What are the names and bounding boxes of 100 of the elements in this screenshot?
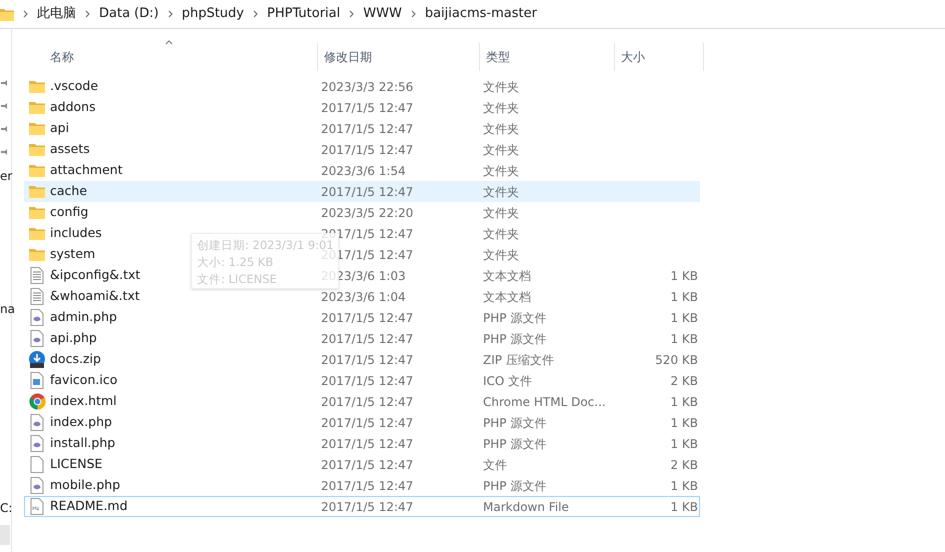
- file-name: assets: [50, 140, 90, 158]
- chevron-icon: [253, 10, 258, 18]
- column-label: 大小: [621, 49, 645, 66]
- blank-file-icon: [30, 456, 44, 473]
- file-name: index.html: [50, 392, 117, 410]
- file-name: system: [50, 245, 96, 264]
- breadcrumb-item[interactable]: WWW: [363, 4, 402, 24]
- file-type: 文件: [482, 456, 508, 474]
- column-header[interactable]: 大小: [615, 43, 704, 71]
- file-type: PHP 源文件: [482, 414, 548, 432]
- file-name: cache: [50, 182, 88, 200]
- modified-date: 2017/1/5 12:47: [320, 142, 414, 158]
- modified-date: 2017/1/5 12:47: [320, 478, 414, 494]
- file-type: 文本文档: [482, 288, 532, 306]
- file-type: 文件夹: [482, 246, 520, 264]
- zip-archive-icon: [28, 350, 46, 368]
- folder-icon: [29, 101, 45, 114]
- modified-date: 2017/1/5 12:47: [320, 414, 414, 432]
- php-file-icon: [30, 330, 44, 347]
- modified-date: 2017/1/5 12:47: [320, 330, 414, 348]
- column-header[interactable]: 类型: [480, 43, 615, 71]
- text-file-icon: [30, 267, 44, 284]
- folder-icon: [29, 122, 45, 135]
- breadcrumb-item[interactable]: 此电脑: [37, 4, 76, 24]
- file-type: PHP 源文件: [482, 310, 548, 326]
- column-label: 类型: [486, 49, 510, 66]
- breadcrumb-item[interactable]: PHPTutorial: [267, 4, 340, 24]
- modified-date: 2017/1/5 12:47: [320, 226, 414, 240]
- file-type: PHP 源文件: [482, 330, 548, 348]
- modified-date: 2017/1/5 12:47: [320, 184, 414, 200]
- file-name: admin.php: [50, 308, 117, 326]
- chevron-icon: [168, 10, 173, 18]
- modified-date: 2017/1/5 12:47: [320, 436, 414, 452]
- file-size: 2 KB: [670, 458, 698, 472]
- column-label: 修改日期: [324, 49, 372, 66]
- chevron-icon: [85, 10, 90, 18]
- file-row[interactable]: cache 2017/1/5 12:47 文件夹: [24, 181, 700, 202]
- nav-item-label[interactable]: C:: [0, 499, 11, 517]
- file-size: 1 KB: [670, 332, 698, 346]
- modified-date: 2017/1/5 12:47: [320, 394, 414, 410]
- file-name: docs.zip: [50, 350, 101, 368]
- pin-icon: [0, 79, 8, 87]
- file-name: includes: [50, 224, 102, 242]
- file-size: 1 KB: [670, 394, 698, 408]
- folder-icon: [29, 164, 45, 177]
- php-file-icon: [30, 309, 44, 326]
- file-size: 2 KB: [670, 374, 698, 388]
- file-name: favicon.ico: [50, 371, 118, 390]
- chevron-icon: [23, 10, 28, 18]
- file-name: config: [50, 203, 88, 222]
- file-name: addons: [50, 98, 96, 116]
- file-type: 文件夹: [482, 142, 520, 158]
- column-header[interactable]: 名称: [28, 43, 318, 71]
- file-name: README.md: [50, 497, 128, 516]
- file-size: 1 KB: [670, 268, 698, 282]
- modified-date: 2017/1/5 12:47: [320, 372, 414, 390]
- pin-icon: [0, 125, 8, 133]
- file-name: api: [50, 119, 70, 138]
- nav-item-label[interactable]: er: [0, 167, 11, 185]
- folder-icon: [29, 185, 45, 198]
- modified-date: 2023/3/3 22:56: [320, 78, 414, 96]
- file-size: 1 KB: [670, 290, 698, 304]
- column-label: 名称: [50, 49, 74, 66]
- file-type: 文件夹: [482, 184, 520, 200]
- file-type: 文件夹: [482, 162, 520, 180]
- file-name: index.php: [50, 413, 112, 432]
- modified-date: 2023/3/6 1:04: [320, 288, 407, 306]
- file-row[interactable]: README.md 2017/1/5 12:47 Markdown File 1 KB: [24, 496, 700, 517]
- file-name: mobile.php: [50, 476, 120, 494]
- file-type: ZIP 压缩文件: [482, 352, 555, 368]
- modified-date: 2017/1/5 12:47: [320, 310, 414, 326]
- file-type: PHP 源文件: [482, 436, 548, 452]
- modified-date: 2017/1/5 12:47: [320, 456, 414, 474]
- file-size: 1 KB: [670, 478, 698, 492]
- file-type: 文本文档: [482, 268, 532, 284]
- folder-icon: [0, 8, 14, 20]
- modified-date: 2023/3/6 1:54: [320, 162, 407, 180]
- breadcrumb-item[interactable]: Data (D:): [99, 4, 159, 24]
- breadcrumb-item[interactable]: phpStudy: [182, 4, 244, 24]
- modified-date: 2023/3/5 22:20: [320, 204, 414, 222]
- folder-icon: [29, 227, 45, 240]
- file-size: 1 KB: [670, 310, 698, 324]
- column-header[interactable]: 修改日期: [318, 43, 480, 71]
- file-type: 文件夹: [482, 78, 520, 96]
- file-type: PHP 源文件: [482, 478, 548, 494]
- chevron-icon: [410, 10, 416, 18]
- file-type: 文件夹: [482, 226, 520, 242]
- file-name: api.php: [50, 329, 97, 348]
- modified-date: 2017/1/5 12:47: [320, 352, 414, 368]
- folder-icon: [29, 80, 45, 93]
- scrollbar-thumb[interactable]: [0, 525, 10, 545]
- breadcrumb-item[interactable]: baijiacms-master: [424, 4, 537, 24]
- pin-icon: [0, 148, 8, 156]
- pin-icon: [0, 102, 8, 110]
- text-file-icon: [30, 288, 44, 305]
- php-file-icon: [30, 477, 44, 494]
- file-size: 1 KB: [670, 416, 698, 430]
- folder-icon: [29, 248, 45, 261]
- file-name: LICENSE: [50, 455, 102, 474]
- php-file-icon: [30, 435, 44, 452]
